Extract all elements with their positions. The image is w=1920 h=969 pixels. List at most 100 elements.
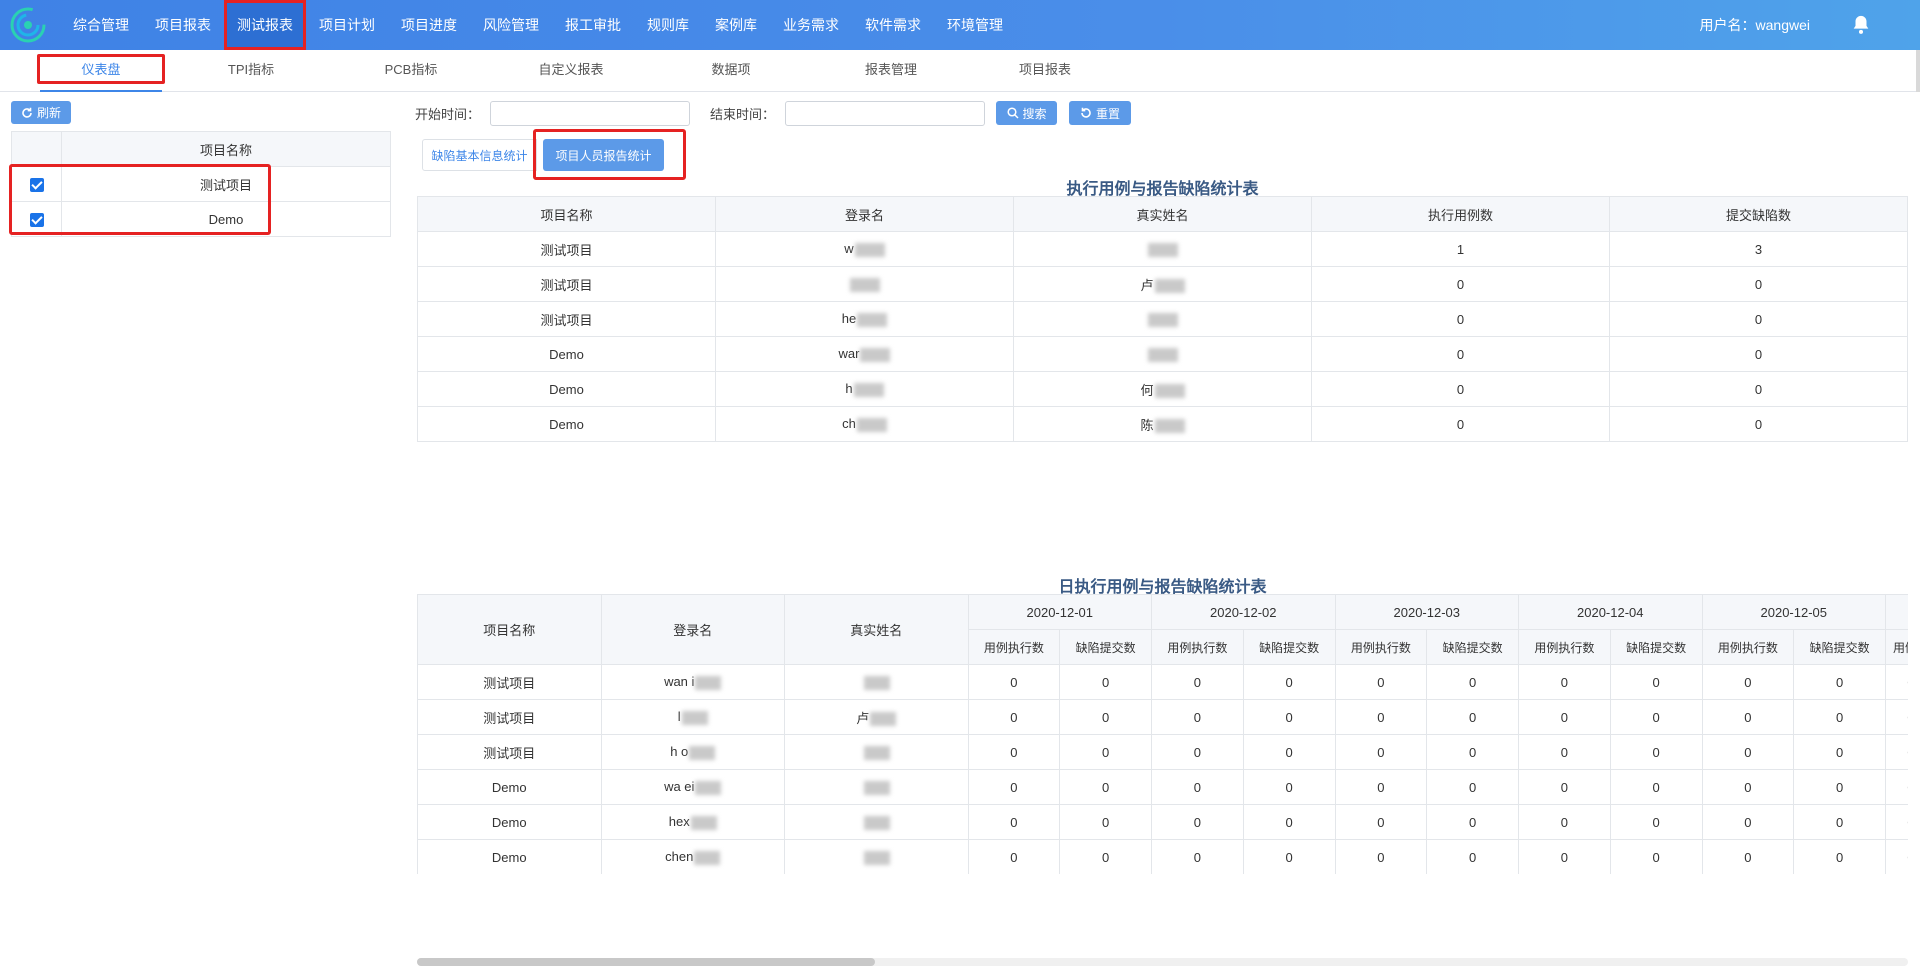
date-header: 2020-12-03: [1334, 594, 1519, 630]
subtab-label: 项目报表: [1018, 62, 1071, 77]
table-cell: 测试项目: [417, 231, 716, 267]
table-cell: [784, 839, 969, 874]
end-time-input[interactable]: [785, 100, 986, 126]
nav-item[interactable]: 规则库: [634, 0, 702, 50]
table-row: Demochen00000000000: [417, 839, 1908, 874]
cell-text: 0: [1456, 276, 1465, 292]
table-cell: 0: [1059, 839, 1152, 874]
sub-header: 用例执行数: [1701, 629, 1795, 665]
top-navbar: 综合管理 项目报表 测试报表 项目计划 项目进度 风险管理 报工审批 规则库 案例库 业务需求 软件…: [0, 0, 1920, 50]
sub-header: 缺陷提交数: [1426, 629, 1519, 665]
nav-item[interactable]: 报工审批: [552, 0, 634, 50]
table-cell: 卢: [784, 699, 969, 735]
refresh-icon: [22, 107, 32, 118]
table-cell: 0: [1701, 699, 1795, 735]
redacted-mask: [695, 780, 722, 795]
table-cell: 测试项目: [417, 734, 602, 770]
daily-execution-defect-table: 项目名称 登录名 真实姓名 2020-12-01 2020-12-02 2020-12-0…: [417, 594, 1908, 874]
refresh-label: 刷新: [36, 106, 61, 120]
table-cell: Demo: [417, 804, 602, 840]
nav-item[interactable]: 项目报表: [142, 0, 224, 50]
nav-item[interactable]: 软件需求: [852, 0, 934, 50]
nav-item[interactable]: 环境管理: [934, 0, 1016, 50]
table-cell: 0: [1609, 266, 1908, 302]
table-row: 测试项目 卢 0 0: [417, 266, 1908, 302]
table-cell: 测试项目: [417, 699, 602, 735]
redacted-mask: [863, 850, 890, 865]
nav-item[interactable]: 案例库: [702, 0, 770, 50]
refresh-button[interactable]: 刷新: [11, 101, 71, 124]
table-cell: 0: [967, 699, 1061, 735]
table-cell: 0: [1311, 301, 1610, 337]
search-button[interactable]: 搜索: [996, 101, 1058, 125]
cell-text: 0: [1754, 346, 1763, 362]
project-checkbox[interactable]: [29, 177, 44, 192]
table-cell: w: [715, 231, 1014, 267]
subtab-label: 数据项: [711, 62, 751, 77]
subtab[interactable]: 仪表盘: [37, 50, 165, 92]
table-row: Demo war 0 0: [417, 336, 1908, 372]
table-cell: Demo: [417, 769, 602, 805]
redacted-mask: [689, 745, 716, 760]
highlight-box: [37, 54, 165, 84]
cell-text: h o: [670, 744, 689, 760]
column-header: 项目名称: [417, 196, 716, 232]
table-cell: 0: [1426, 804, 1519, 840]
cell-text: Demo: [491, 814, 527, 830]
table-cell: 0: [967, 769, 1061, 805]
cell-text: wa ei: [664, 779, 695, 795]
project-name: 测试项目: [61, 166, 391, 202]
reset-button[interactable]: 重置: [1069, 101, 1132, 125]
nav-item[interactable]: 业务需求: [770, 0, 852, 50]
table-cell: 测试项目: [417, 664, 602, 700]
redacted-mask: [1148, 242, 1178, 257]
project-checkbox[interactable]: [29, 212, 44, 227]
table-cell: 0: [1793, 699, 1886, 735]
table-cell: 测试项目: [417, 266, 716, 302]
scrollbar-thumb[interactable]: [417, 958, 875, 966]
subtab[interactable]: PCB指标: [360, 50, 462, 92]
table-cell: 0: [1059, 664, 1152, 700]
redacted-mask: [1148, 312, 1178, 327]
table-cell: 0: [1793, 734, 1886, 770]
table-cell: 0: [1609, 336, 1908, 372]
table-cell: 0: [1426, 664, 1519, 700]
table-cell: 0: [1518, 769, 1611, 805]
tab-project-member-stats[interactable]: 项目人员报告统计: [543, 139, 664, 171]
bell-icon[interactable]: [1850, 14, 1872, 36]
subtab[interactable]: TPI指标: [200, 50, 302, 92]
horizontal-scrollbar[interactable]: [417, 958, 1908, 966]
table-cell: [784, 769, 969, 805]
app-logo-icon[interactable]: [10, 7, 46, 43]
table-row: 测试项目l卢00000000000: [417, 699, 1908, 735]
table-cell: 0: [1885, 769, 1908, 805]
table-cell: 0: [1242, 699, 1336, 735]
subtab[interactable]: 项目报表: [994, 50, 1096, 92]
start-time-input[interactable]: [490, 100, 691, 126]
table-row[interactable]: Demo: [11, 201, 391, 237]
nav-item[interactable]: 综合管理: [60, 0, 142, 50]
nav-item[interactable]: 项目进度: [388, 0, 470, 50]
scrollbar[interactable]: [1916, 50, 1920, 92]
table-cell: 0: [1885, 699, 1908, 735]
cell-text: 0: [1754, 311, 1763, 327]
cell-text: 0: [1754, 416, 1763, 432]
column-header: 执行用例数: [1311, 196, 1610, 232]
redacted-mask: [850, 277, 880, 292]
subtab[interactable]: 自定义报表: [520, 50, 622, 92]
reset-label: 重置: [1096, 106, 1121, 121]
subtab[interactable]: 数据项: [680, 50, 782, 92]
cell-text: 测试项目: [483, 745, 536, 761]
table-cell: 0: [967, 839, 1061, 874]
cell-text: 0: [1456, 346, 1465, 362]
nav-item[interactable]: 风险管理: [470, 0, 552, 50]
subtab[interactable]: 报表管理: [840, 50, 942, 92]
table-cell: 0: [1334, 804, 1428, 840]
nav-item[interactable]: 项目计划: [306, 0, 388, 50]
table-cell: 1: [1311, 231, 1610, 267]
table-cell: 0: [1311, 336, 1610, 372]
tab-defect-basic-stats[interactable]: 缺陷基本信息统计: [422, 139, 537, 171]
nav-item[interactable]: 测试报表: [224, 0, 306, 50]
table-row[interactable]: 测试项目: [11, 166, 391, 202]
cell-text: 0: [1754, 276, 1763, 292]
